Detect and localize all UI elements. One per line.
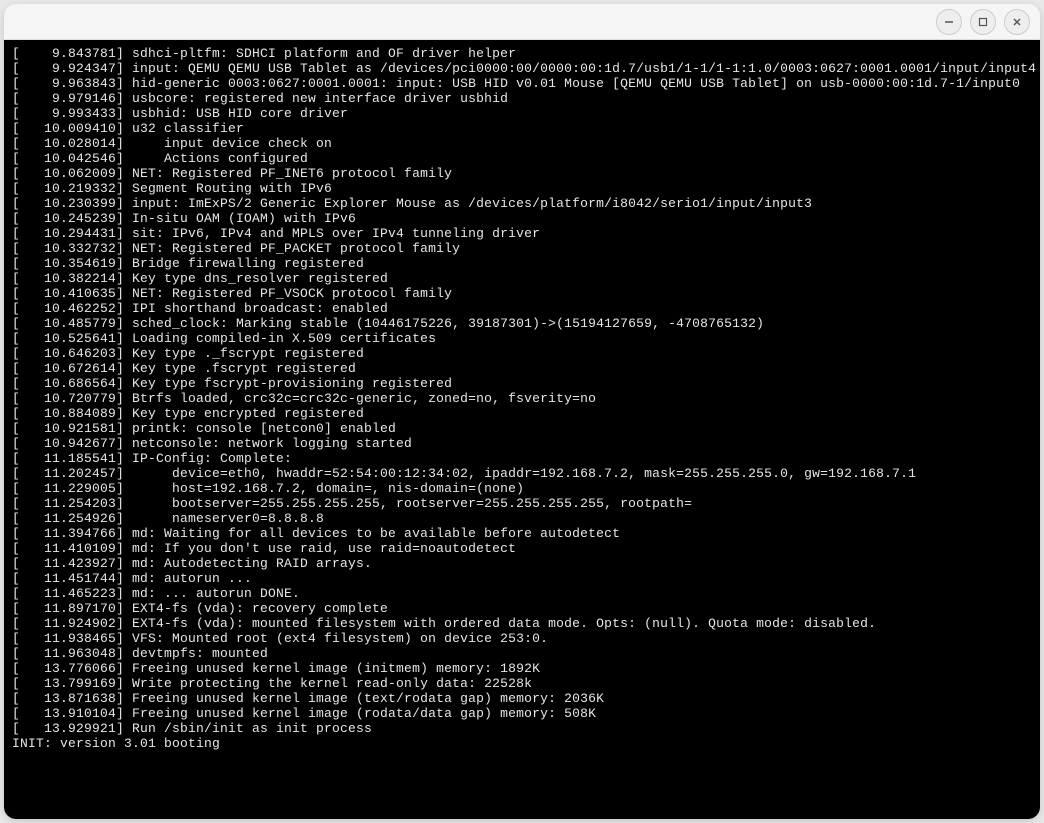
log-line: [ 11.963048] devtmpfs: mounted: [12, 646, 1032, 661]
minimize-icon: [944, 17, 954, 27]
terminal-output[interactable]: [ 9.843781] sdhci-pltfm: SDHCI platform …: [4, 40, 1040, 819]
log-line: [ 13.871638] Freeing unused kernel image…: [12, 691, 1032, 706]
log-line: [ 10.062009] NET: Registered PF_INET6 pr…: [12, 166, 1032, 181]
log-line: [ 10.332732] NET: Registered PF_PACKET p…: [12, 241, 1032, 256]
log-line: [ 11.897170] EXT4-fs (vda): recovery com…: [12, 601, 1032, 616]
terminal-window: [ 9.843781] sdhci-pltfm: SDHCI platform …: [4, 4, 1040, 819]
log-line: [ 10.410635] NET: Registered PF_VSOCK pr…: [12, 286, 1032, 301]
log-line: [ 10.942677] netconsole: network logging…: [12, 436, 1032, 451]
log-line: [ 11.229005] host=192.168.7.2, domain=, …: [12, 481, 1032, 496]
log-line: [ 11.924902] EXT4-fs (vda): mounted file…: [12, 616, 1032, 631]
log-line: [ 13.910104] Freeing unused kernel image…: [12, 706, 1032, 721]
log-line: [ 11.185541] IP-Config: Complete:: [12, 451, 1032, 466]
log-line: [ 10.219332] Segment Routing with IPv6: [12, 181, 1032, 196]
log-line: [ 10.245239] In-situ OAM (IOAM) with IPv…: [12, 211, 1032, 226]
maximize-button[interactable]: [970, 9, 996, 35]
maximize-icon: [978, 17, 988, 27]
log-line: [ 10.028014] input device check on: [12, 136, 1032, 151]
log-line: [ 13.929921] Run /sbin/init as init proc…: [12, 721, 1032, 736]
log-line: [ 11.938465] VFS: Mounted root (ext4 fil…: [12, 631, 1032, 646]
log-line: INIT: version 3.01 booting: [12, 736, 1032, 751]
log-line: [ 13.799169] Write protecting the kernel…: [12, 676, 1032, 691]
log-line: [ 10.686564] Key type fscrypt-provisioni…: [12, 376, 1032, 391]
log-line: [ 9.963843] hid-generic 0003:0627:0001.0…: [12, 76, 1032, 91]
log-line: [ 11.465223] md: ... autorun DONE.: [12, 586, 1032, 601]
log-line: [ 10.462252] IPI shorthand broadcast: en…: [12, 301, 1032, 316]
close-icon: [1012, 17, 1022, 27]
log-line: [ 10.672614] Key type .fscrypt registere…: [12, 361, 1032, 376]
log-line: [ 11.254926] nameserver0=8.8.8.8: [12, 511, 1032, 526]
minimize-button[interactable]: [936, 9, 962, 35]
log-line: [ 10.884089] Key type encrypted register…: [12, 406, 1032, 421]
log-line: [ 10.009410] u32 classifier: [12, 121, 1032, 136]
log-line: [ 10.646203] Key type ._fscrypt register…: [12, 346, 1032, 361]
log-line: [ 9.979146] usbcore: registered new inte…: [12, 91, 1032, 106]
titlebar: [4, 4, 1040, 40]
log-line: [ 11.451744] md: autorun ...: [12, 571, 1032, 586]
log-line: [ 10.525641] Loading compiled-in X.509 c…: [12, 331, 1032, 346]
log-line: [ 10.382214] Key type dns_resolver regis…: [12, 271, 1032, 286]
log-line: [ 10.354619] Bridge firewalling register…: [12, 256, 1032, 271]
log-line: [ 11.410109] md: If you don't use raid, …: [12, 541, 1032, 556]
log-line: [ 10.294431] sit: IPv6, IPv4 and MPLS ov…: [12, 226, 1032, 241]
log-line: [ 9.924347] input: QEMU QEMU USB Tablet …: [12, 61, 1032, 76]
log-line: [ 10.485779] sched_clock: Marking stable…: [12, 316, 1032, 331]
log-line: [ 11.254203] bootserver=255.255.255.255,…: [12, 496, 1032, 511]
log-line: [ 13.776066] Freeing unused kernel image…: [12, 661, 1032, 676]
log-line: [ 10.042546] Actions configured: [12, 151, 1032, 166]
log-line: [ 9.843781] sdhci-pltfm: SDHCI platform …: [12, 46, 1032, 61]
log-line: [ 10.230399] input: ImExPS/2 Generic Exp…: [12, 196, 1032, 211]
log-line: [ 11.423927] md: Autodetecting RAID arra…: [12, 556, 1032, 571]
log-line: [ 11.202457] device=eth0, hwaddr=52:54:0…: [12, 466, 1032, 481]
close-button[interactable]: [1004, 9, 1030, 35]
log-line: [ 9.993433] usbhid: USB HID core driver: [12, 106, 1032, 121]
log-line: [ 10.720779] Btrfs loaded, crc32c=crc32c…: [12, 391, 1032, 406]
log-line: [ 11.394766] md: Waiting for all devices…: [12, 526, 1032, 541]
log-line: [ 10.921581] printk: console [netcon0] e…: [12, 421, 1032, 436]
